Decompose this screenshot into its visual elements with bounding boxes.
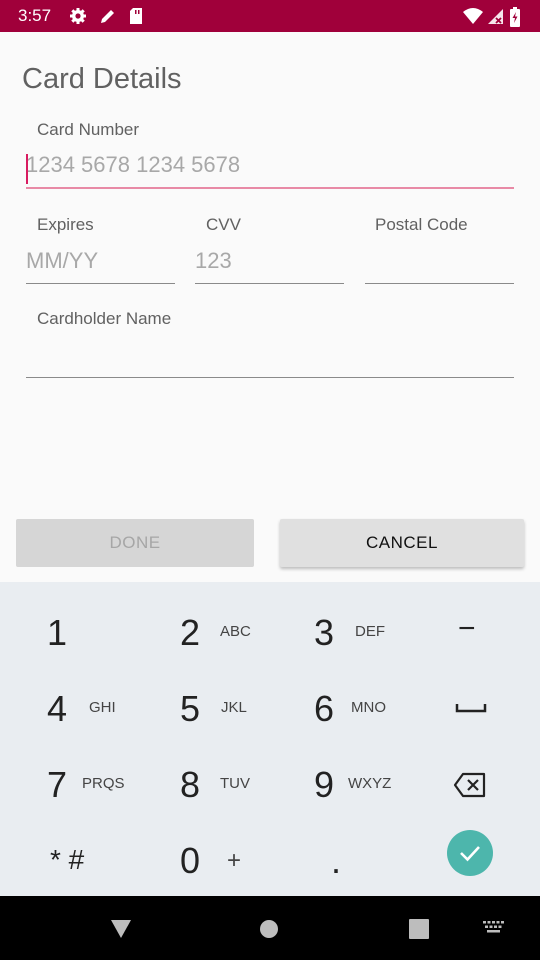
- key-4-letters: GHI: [89, 699, 116, 716]
- key-6-digit: 6: [314, 688, 335, 729]
- key-6[interactable]: 6 MNO: [270, 670, 398, 746]
- cvv-input[interactable]: [195, 242, 344, 284]
- pencil-icon: [101, 10, 114, 23]
- star-hash-symbol: * #: [50, 844, 85, 875]
- status-bar: 3:57: [0, 0, 540, 32]
- key-8-letters: TUV: [220, 775, 250, 792]
- keyboard-icon[interactable]: [483, 921, 505, 935]
- key-2[interactable]: 2 ABC: [135, 594, 263, 670]
- space-icon: [455, 704, 487, 713]
- space-key[interactable]: [405, 670, 533, 746]
- key-9-digit: 9: [314, 764, 335, 805]
- period-key[interactable]: .: [270, 822, 398, 898]
- key-7-digit: 7: [47, 764, 68, 805]
- done-button[interactable]: DONE: [16, 519, 254, 567]
- key-6-letters: MNO: [351, 699, 386, 716]
- key-1[interactable]: 1: [0, 594, 128, 670]
- key-9-letters: WXYZ: [348, 775, 392, 792]
- key-7[interactable]: 7 PRQS: [0, 746, 128, 822]
- minus-key[interactable]: −: [405, 594, 533, 670]
- done-key[interactable]: [447, 830, 493, 876]
- numeric-keyboard: 1 2 ABC 3 DEF − 4 GHI 5 JKL 6 MNO 7 PRQS…: [0, 582, 540, 896]
- page-title: Card Details: [22, 63, 182, 95]
- key-4[interactable]: 4 GHI: [0, 670, 128, 746]
- back-icon[interactable]: [110, 919, 132, 939]
- key-8[interactable]: 8 TUV: [135, 746, 263, 822]
- home-icon[interactable]: [260, 920, 278, 938]
- key-7-letters: PRQS: [82, 775, 125, 792]
- battery-icon: [510, 7, 520, 27]
- key-8-digit: 8: [180, 764, 201, 805]
- key-1-digit: 1: [47, 612, 68, 653]
- key-5-digit: 5: [180, 688, 201, 729]
- backspace-key[interactable]: [405, 746, 533, 822]
- key-3-digit: 3: [314, 612, 335, 653]
- cancel-button[interactable]: CANCEL: [280, 519, 524, 567]
- cvv-label: CVV: [206, 215, 241, 234]
- card-number-label: Card Number: [37, 120, 140, 139]
- key-4-digit: 4: [47, 688, 68, 729]
- sd-card-icon: [130, 8, 142, 24]
- key-0-plus: +: [227, 847, 242, 874]
- postal-code-label: Postal Code: [375, 215, 468, 234]
- gear-icon: [70, 8, 86, 24]
- check-icon: [460, 846, 480, 862]
- cardholder-name-label: Cardholder Name: [37, 309, 172, 328]
- recents-icon[interactable]: [409, 919, 429, 939]
- postal-code-input[interactable]: [365, 242, 514, 284]
- expires-label: Expires: [37, 215, 94, 234]
- key-2-letters: ABC: [220, 623, 251, 640]
- key-2-digit: 2: [180, 612, 201, 653]
- key-5[interactable]: 5 JKL: [135, 670, 263, 746]
- key-0-digit: 0: [180, 840, 201, 881]
- backspace-icon: [453, 772, 486, 798]
- key-3[interactable]: 3 DEF: [270, 594, 398, 670]
- wifi-icon: [463, 8, 483, 24]
- cardholder-name-input[interactable]: [26, 336, 514, 378]
- minus-key-symbol: −: [458, 612, 476, 645]
- key-9[interactable]: 9 WXYZ: [270, 746, 398, 822]
- no-signal-icon: [488, 9, 503, 24]
- card-number-input[interactable]: [26, 147, 514, 189]
- navigation-bar: [0, 896, 540, 960]
- key-0[interactable]: 0 +: [135, 822, 263, 898]
- key-3-letters: DEF: [355, 623, 385, 640]
- period-symbol: .: [331, 840, 342, 881]
- status-time: 3:57: [18, 6, 52, 25]
- star-hash-key[interactable]: * #: [0, 822, 128, 898]
- text-cursor: [26, 154, 28, 184]
- expires-input[interactable]: [26, 242, 175, 284]
- key-5-letters: JKL: [221, 699, 247, 716]
